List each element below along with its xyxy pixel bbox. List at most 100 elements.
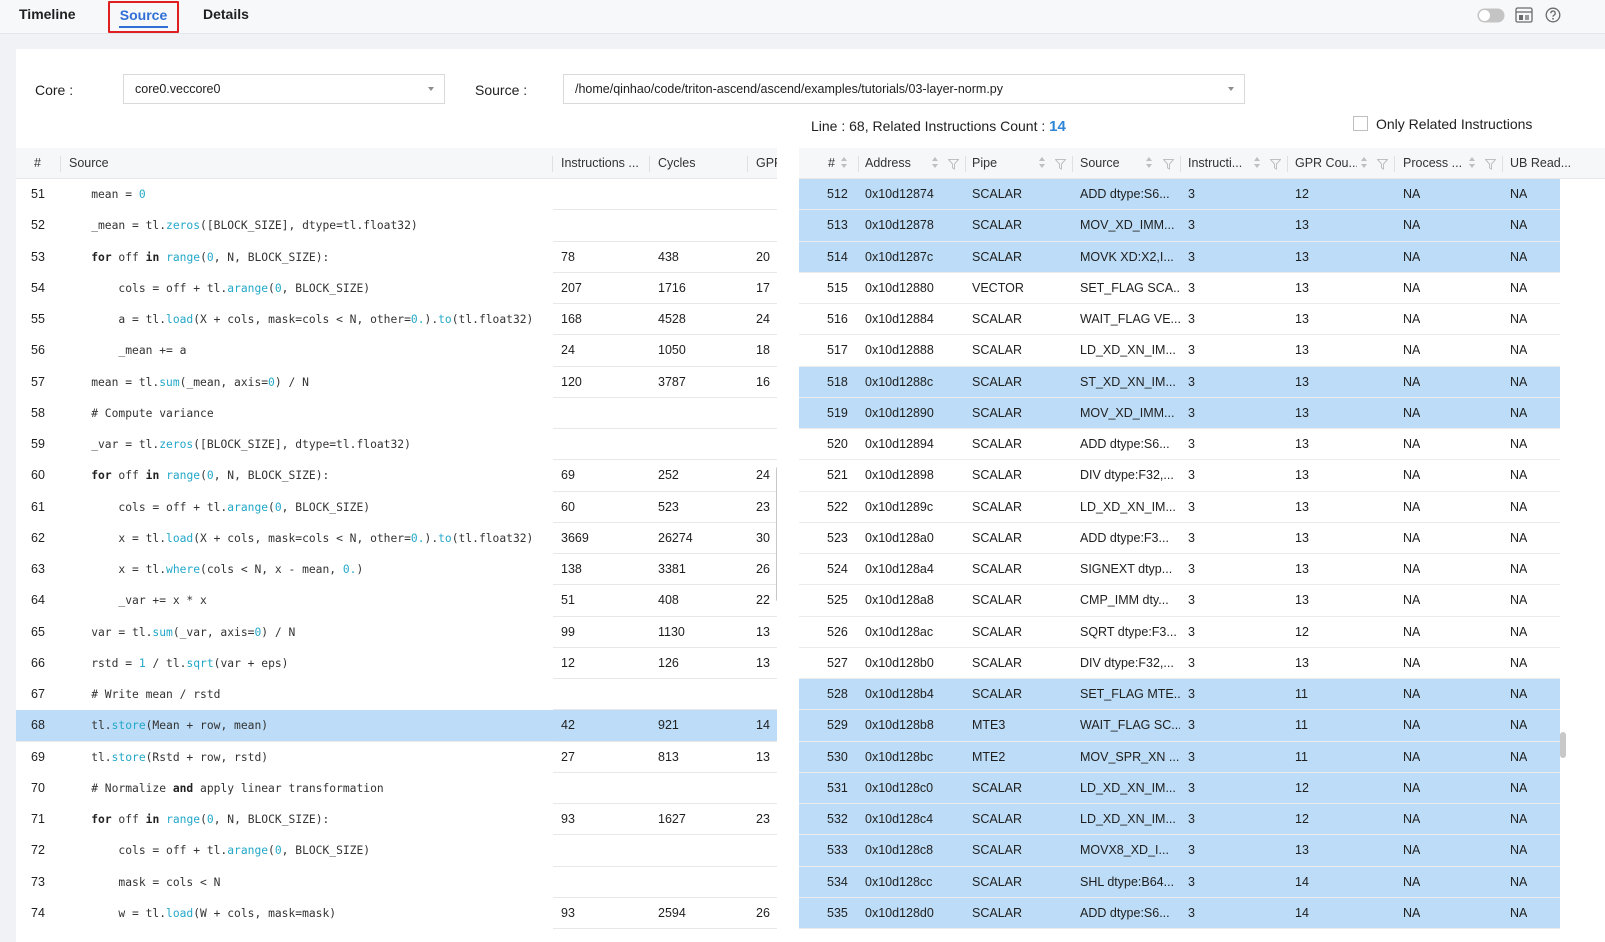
- instr-source-value: ADD dtype:F3...: [1080, 530, 1169, 545]
- instruction-row[interactable]: 527 0x10d128b0 SCALAR DIV dtype:F32,... 3 13 N…: [799, 648, 1560, 679]
- instruction-row[interactable]: 533 0x10d128c8 SCALAR MOVX8_XD_I... 3 13 NA NA: [799, 835, 1560, 867]
- only-related-checkbox[interactable]: [1353, 116, 1368, 131]
- instruction-row[interactable]: 524 0x10d128a4 SCALAR SIGNEXT dtyp... 3 13 NA N…: [799, 554, 1560, 586]
- instruction-row[interactable]: 516 0x10d12884 SCALAR WAIT_FLAG VE... 3 13 NA N…: [799, 304, 1560, 336]
- source-row[interactable]: 74 w = tl.load(W + cols, mask=mask) 93 259…: [16, 898, 777, 929]
- filter-icon[interactable]: [1484, 158, 1497, 170]
- col-source[interactable]: Source: [69, 148, 109, 179]
- sort-icon[interactable]: [932, 157, 939, 169]
- tab-timeline[interactable]: Timeline: [19, 0, 76, 34]
- gpr-value: 13: [756, 749, 770, 764]
- instruction-row[interactable]: 514 0x10d1287c SCALAR MOVK XD:X2,I... 3 13 NA N…: [799, 241, 1560, 273]
- col-index[interactable]: #: [828, 148, 835, 179]
- col-gpr-count[interactable]: GPR Cou...: [1295, 148, 1357, 179]
- chevron-down-icon: [1228, 87, 1234, 91]
- source-row[interactable]: 71 for off in range(0, N, BLOCK_SIZE): 93…: [16, 804, 777, 836]
- help-icon[interactable]: [1545, 7, 1561, 26]
- col-process[interactable]: Process ...: [1403, 148, 1465, 179]
- pipe-value: SCALAR: [972, 374, 1023, 389]
- filter-icon[interactable]: [1162, 158, 1175, 170]
- instruction-row[interactable]: 518 0x10d1288c SCALAR ST_XD_XN_IM... 3 13 NA NA: [799, 366, 1560, 398]
- instr-count-value: 3: [1188, 655, 1195, 670]
- instruction-row[interactable]: 521 0x10d12898 SCALAR DIV dtype:F32,... 3 13 N…: [799, 460, 1560, 492]
- sort-icon[interactable]: [841, 157, 848, 169]
- source-row[interactable]: 51 mean = 0: [16, 179, 777, 211]
- filter-icon[interactable]: [1376, 158, 1389, 170]
- col-gpr[interactable]: GPR: [756, 148, 777, 179]
- instruction-row[interactable]: 513 0x10d12878 SCALAR MOV_XD_IMM... 3 13 NA NA: [799, 210, 1560, 242]
- source-select[interactable]: /home/qinhao/code/triton-ascend/ascend/e…: [563, 74, 1245, 104]
- col-address[interactable]: Address: [865, 148, 911, 179]
- filter-icon[interactable]: [1054, 158, 1067, 170]
- source-row[interactable]: 55 a = tl.load(X + cols, mask=cols < N, …: [16, 304, 777, 336]
- tab-source[interactable]: Source: [108, 1, 179, 33]
- filter-icon[interactable]: [1269, 158, 1282, 170]
- code-token: # Compute variance: [64, 406, 214, 420]
- col-source[interactable]: Source: [1080, 148, 1120, 179]
- instructions-table-scrollbar[interactable]: [1560, 732, 1566, 758]
- sort-icon[interactable]: [1469, 157, 1476, 169]
- source-row[interactable]: 72 cols = off + tl.arange(0, BLOCK_SIZE): [16, 835, 777, 867]
- source-row[interactable]: 56 _mean += a 24 1050 18: [16, 335, 777, 367]
- sort-icon[interactable]: [1146, 157, 1153, 169]
- col-ub-read[interactable]: UB Read...: [1510, 148, 1570, 179]
- source-row[interactable]: 73 mask = cols < N: [16, 867, 777, 898]
- code-token: sqrt: [186, 656, 214, 670]
- source-row[interactable]: 67 # Write mean / rstd: [16, 679, 777, 711]
- source-row[interactable]: 70 # Normalize and apply linear transfor…: [16, 773, 777, 804]
- source-row[interactable]: 68 tl.store(Mean + row, mean) 42 921 14: [16, 710, 777, 742]
- instr-source-value: ADD dtype:S6...: [1080, 437, 1170, 451]
- code-token: to: [438, 313, 452, 326]
- sort-icon[interactable]: [1254, 157, 1261, 169]
- instruction-row[interactable]: 526 0x10d128ac SCALAR SQRT dtype:F3... 3 12 NA…: [799, 617, 1560, 648]
- source-row[interactable]: 60 for off in range(0, N, BLOCK_SIZE): 69…: [16, 460, 777, 492]
- instruction-row[interactable]: 534 0x10d128cc SCALAR SHL dtype:B64... 3 14 NA…: [799, 866, 1560, 898]
- source-row[interactable]: 63 x = tl.where(cols < N, x - mean, 0.) 1…: [16, 554, 777, 586]
- instruction-row[interactable]: 529 0x10d128b8 MTE3 WAIT_FLAG SC... 3 11 NA NA: [799, 710, 1560, 742]
- source-row[interactable]: 57 mean = tl.sum(_mean, axis=0) / N 120 37…: [16, 367, 777, 398]
- source-row[interactable]: 52 _mean = tl.zeros([BLOCK_SIZE], dtype=…: [16, 210, 777, 242]
- instr-index: 520: [827, 437, 848, 451]
- source-row[interactable]: 65 var = tl.sum(_var, axis=0) / N 99 1130 1…: [16, 617, 777, 648]
- source-row[interactable]: 53 for off in range(0, N, BLOCK_SIZE): 78…: [16, 242, 777, 273]
- instruction-row[interactable]: 523 0x10d128a0 SCALAR ADD dtype:F3... 3 13 NA N…: [799, 523, 1560, 554]
- instruction-row[interactable]: 519 0x10d12890 SCALAR MOV_XD_IMM... 3 13 NA NA: [799, 397, 1560, 429]
- only-related-label[interactable]: Only Related Instructions: [1376, 116, 1532, 132]
- instruction-row[interactable]: 531 0x10d128c0 SCALAR LD_XD_XN_IM... 3 12 NA NA: [799, 772, 1560, 804]
- instruction-row[interactable]: 515 0x10d12880 VECTOR SET_FLAG SCA... 3 13 NA N…: [799, 273, 1560, 304]
- instruction-row[interactable]: 522 0x10d1289c SCALAR LD_XD_XN_IM... 3 13 NA NA: [799, 492, 1560, 523]
- instruction-row[interactable]: 535 0x10d128d0 SCALAR ADD dtype:S6... 3 14 NA N…: [799, 897, 1560, 929]
- col-instructions[interactable]: Instructi...: [1188, 148, 1250, 179]
- source-table-scrollbar[interactable]: [776, 466, 777, 602]
- source-row[interactable]: 54 cols = off + tl.arange(0, BLOCK_SIZE)…: [16, 273, 777, 304]
- source-row[interactable]: 66 rstd = 1 / tl.sqrt(var + eps) 12 126 13: [16, 648, 777, 679]
- source-row[interactable]: 69 tl.store(Rstd + row, rstd) 27 813 13: [16, 742, 777, 773]
- source-row[interactable]: 62 x = tl.load(X + cols, mask=cols < N, …: [16, 523, 777, 554]
- instruction-row[interactable]: 517 0x10d12888 SCALAR LD_XD_XN_IM... 3 13 NA NA: [799, 335, 1560, 367]
- code-token: (: [200, 250, 207, 264]
- sort-icon[interactable]: [1039, 157, 1046, 169]
- instr-index: 525: [827, 593, 848, 608]
- source-row[interactable]: 58 # Compute variance: [16, 398, 777, 429]
- col-instructions[interactable]: Instructions ...: [561, 148, 651, 179]
- instruction-row[interactable]: 532 0x10d128c4 SCALAR LD_XD_XN_IM... 3 12 NA NA: [799, 804, 1560, 836]
- instruction-row[interactable]: 528 0x10d128b4 SCALAR SET_FLAG MTE... 3 11 NA N…: [799, 679, 1560, 711]
- filter-icon[interactable]: [947, 158, 960, 170]
- instruction-row[interactable]: 512 0x10d12874 SCALAR ADD dtype:S6... 3 12 NA N…: [799, 179, 1560, 211]
- sort-icon[interactable]: [1361, 157, 1368, 169]
- instruction-row[interactable]: 520 0x10d12894 SCALAR ADD dtype:S6... 3 13 NA N…: [799, 429, 1560, 461]
- instruction-row[interactable]: 525 0x10d128a8 SCALAR CMP_IMM dty... 3 13 NA NA: [799, 585, 1560, 617]
- layout-icon[interactable]: [1515, 7, 1533, 26]
- col-pipe[interactable]: Pipe: [972, 148, 997, 179]
- source-row[interactable]: 61 cols = off + tl.arange(0, BLOCK_SIZE)…: [16, 492, 777, 523]
- address-value: 0x10d128d0: [865, 905, 934, 920]
- source-row[interactable]: 64 _var += x * x 51 408 22: [16, 585, 777, 617]
- instruction-row[interactable]: 530 0x10d128bc MTE2 MOV_SPR_XN ... 3 11 NA NA: [799, 741, 1560, 773]
- source-row[interactable]: 59 _var = tl.zeros([BLOCK_SIZE], dtype=t…: [16, 429, 777, 461]
- tab-details[interactable]: Details: [203, 0, 249, 34]
- toggle-switch-icon[interactable]: [1477, 8, 1505, 26]
- col-line-number[interactable]: #: [34, 148, 41, 179]
- core-select[interactable]: core0.veccore0: [123, 74, 445, 104]
- cycles-value: 4528: [658, 312, 686, 326]
- col-cycles[interactable]: Cycles: [658, 148, 696, 179]
